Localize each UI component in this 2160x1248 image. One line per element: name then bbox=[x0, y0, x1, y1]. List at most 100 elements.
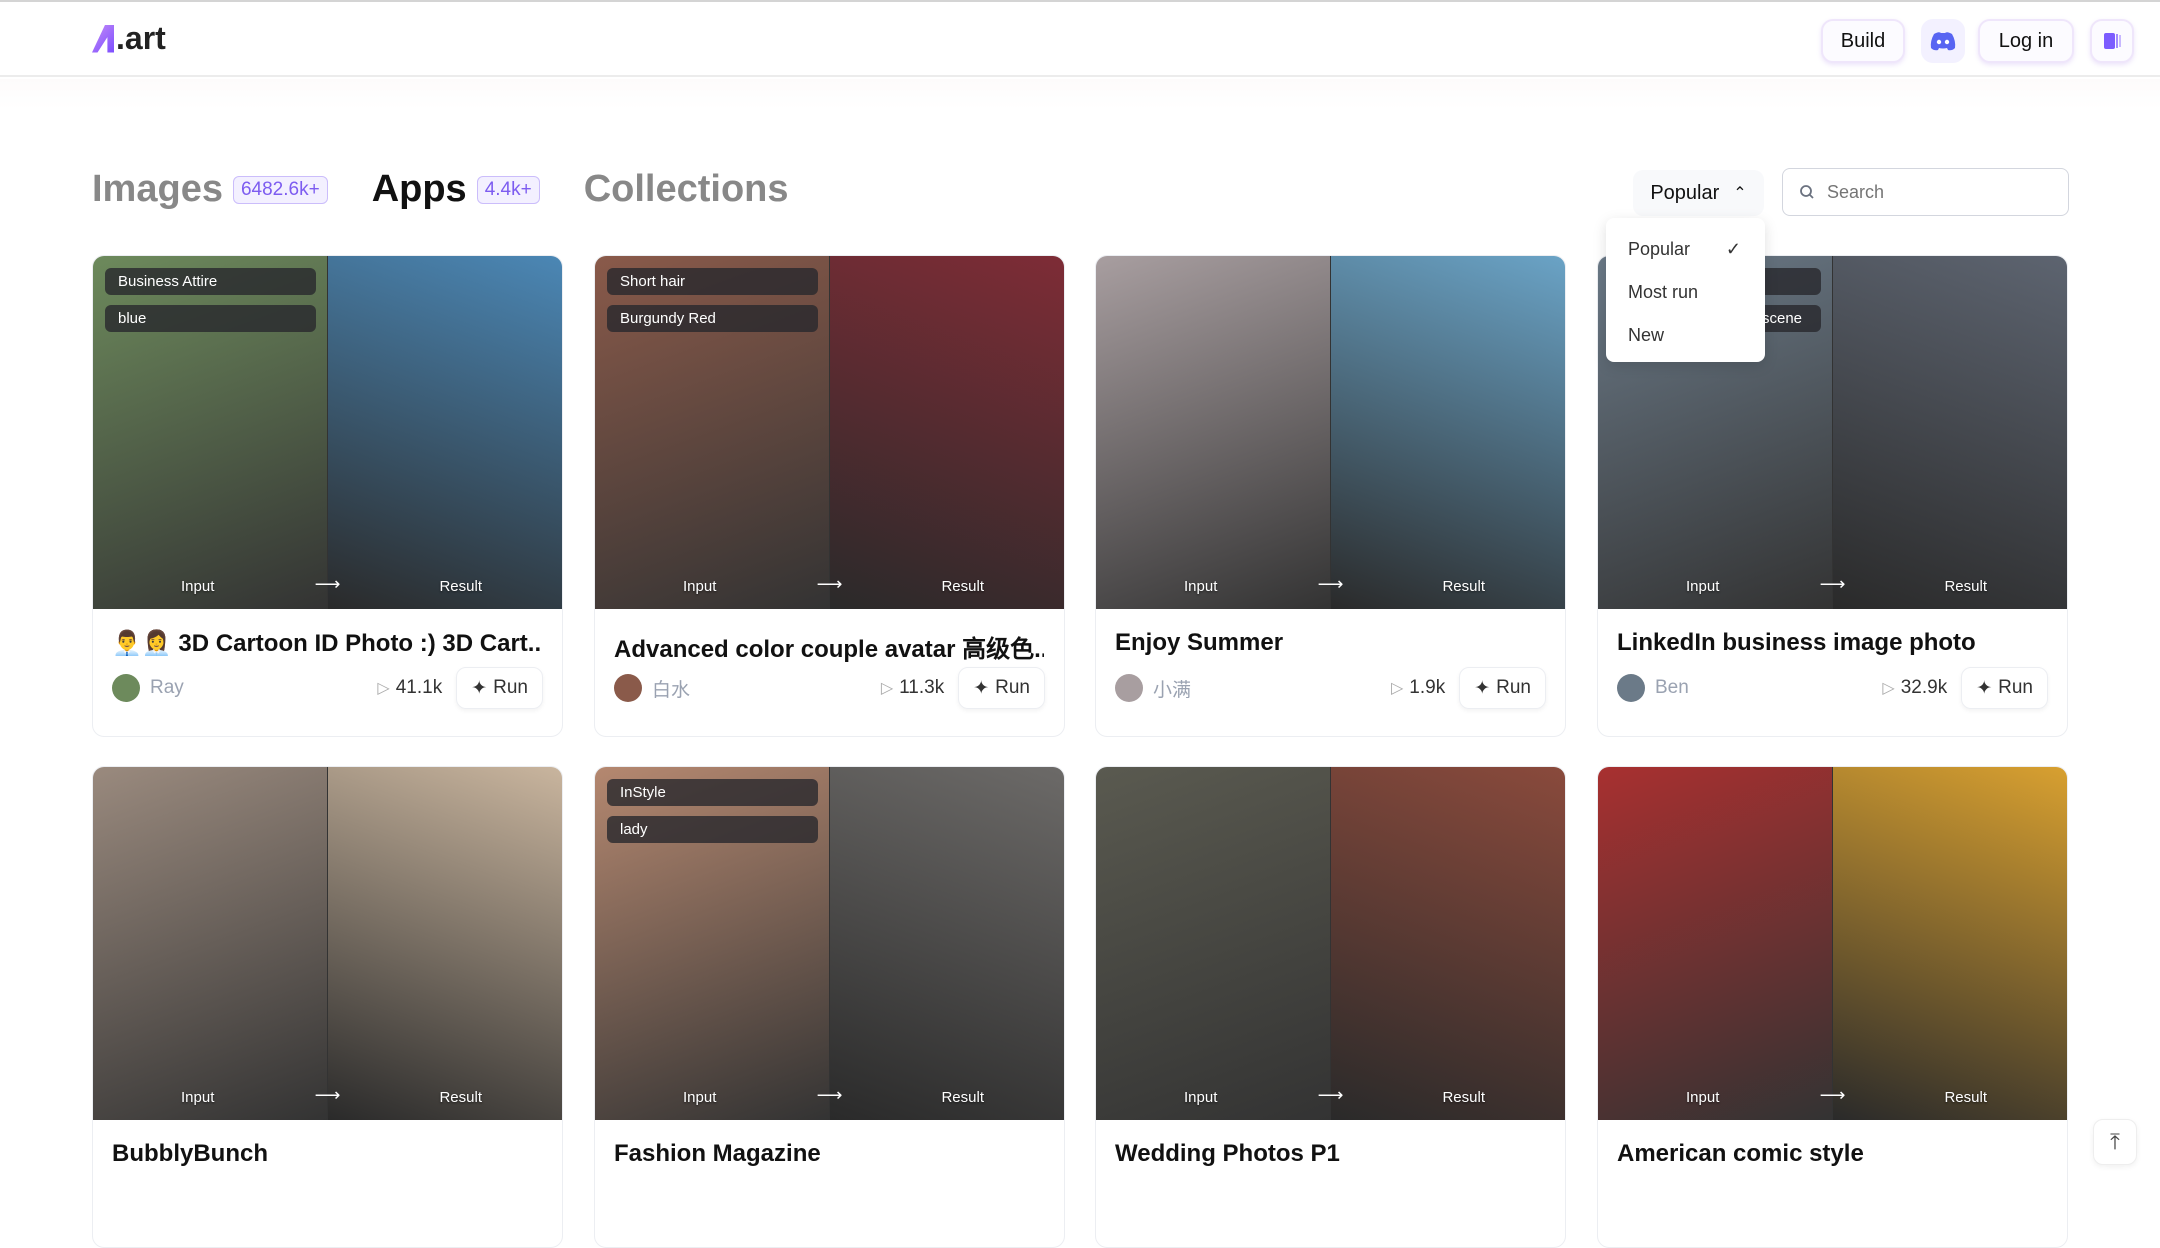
content-tabs: Images 6482.6k+ Apps 4.4k+ Collections bbox=[92, 168, 789, 211]
prompt-tag: lady bbox=[607, 816, 818, 843]
card-title[interactable]: BubblyBunch bbox=[112, 1140, 268, 1168]
author-name[interactable]: 白水 bbox=[652, 675, 881, 702]
tab-images[interactable]: Images 6482.6k+ bbox=[92, 168, 372, 211]
sort-dropdown[interactable]: Popular ⌃ bbox=[1633, 170, 1764, 216]
apps-button[interactable] bbox=[2090, 19, 2134, 63]
discord-button[interactable] bbox=[1921, 19, 1965, 63]
card-preview: Input Result ⟶ Business Attire blue bbox=[93, 256, 562, 609]
arrow-right-icon: ⟶ bbox=[816, 1085, 843, 1105]
logo-text: .art bbox=[116, 20, 166, 56]
magic-wand-icon: ✦ bbox=[471, 677, 488, 699]
run-label: Run bbox=[493, 677, 528, 698]
card-title[interactable]: American comic style bbox=[1617, 1140, 1864, 1168]
result-label: Result bbox=[1442, 578, 1485, 595]
sort-menu: Popular ✓ Most run New bbox=[1606, 218, 1765, 362]
run-button[interactable]: ✦ Run bbox=[456, 667, 543, 709]
input-label: Input bbox=[1686, 1089, 1720, 1106]
run-label: Run bbox=[995, 677, 1030, 698]
card-info: Enjoy Summer 小满 ▷ 1.9k ✦ Run bbox=[1096, 609, 1565, 736]
header-shadow bbox=[0, 79, 2160, 109]
prompt-tag: blue bbox=[105, 305, 316, 332]
app-card[interactable]: Input Result ⟶ Business Attire blue 👨‍💼👩‍… bbox=[92, 255, 563, 737]
card-title[interactable]: Wedding Photos P1 bbox=[1115, 1140, 1340, 1168]
check-icon: ✓ bbox=[1725, 239, 1741, 259]
run-button[interactable]: ✦ Run bbox=[1961, 667, 2048, 709]
magic-wand-icon: ✦ bbox=[973, 677, 990, 699]
input-label: Input bbox=[1184, 1089, 1218, 1106]
app-card[interactable]: Input Result ⟶ InStyle lady Fashion Magaz… bbox=[594, 766, 1065, 1248]
result-image: Result bbox=[1330, 256, 1565, 609]
cards-icon bbox=[2104, 33, 2121, 49]
option-label: Most run bbox=[1628, 282, 1699, 302]
result-image: Result bbox=[327, 256, 562, 609]
app-card[interactable]: Input Result ⟶ American comic style bbox=[1597, 766, 2068, 1248]
arrow-up-icon: ⤒ bbox=[2110, 1129, 2120, 1154]
search-icon bbox=[1800, 185, 1814, 199]
card-info: Wedding Photos P1 bbox=[1096, 1120, 1565, 1247]
card-meta: 白水 ▷ 11.3k ✦ Run bbox=[614, 667, 1045, 709]
sort-option-most-run[interactable]: Most run bbox=[1606, 271, 1765, 314]
author-name[interactable]: 小满 bbox=[1153, 675, 1391, 702]
card-preview: Input Result ⟶ Short hair Burgundy Red bbox=[595, 256, 1064, 609]
card-title[interactable]: Fashion Magazine bbox=[614, 1140, 821, 1168]
option-label: Popular bbox=[1628, 239, 1691, 259]
card-title[interactable]: Advanced color couple avatar 高级色... bbox=[614, 629, 1044, 664]
app-card[interactable]: Input Result ⟶ Wedding Photos P1 bbox=[1095, 766, 1566, 1248]
tag-list: Business Attire blue bbox=[105, 268, 316, 332]
card-title[interactable]: 👨‍💼👩‍💼 3D Cartoon ID Photo :) 3D Cart... bbox=[112, 629, 542, 658]
arrow-right-icon: ⟶ bbox=[1317, 574, 1344, 594]
result-label: Result bbox=[1944, 578, 1987, 595]
card-meta: 小满 ▷ 1.9k ✦ Run bbox=[1115, 667, 1546, 709]
tag-list: InStyle lady bbox=[607, 779, 818, 843]
app-card[interactable]: Input Result ⟶ Short hair Burgundy Red Ad… bbox=[594, 255, 1065, 737]
result-label: Result bbox=[439, 1089, 482, 1106]
author-name[interactable]: Ray bbox=[150, 677, 377, 699]
card-meta: Ray ▷ 41.1k ✦ Run bbox=[112, 667, 543, 709]
input-image: Input bbox=[1598, 767, 1832, 1120]
result-image: Result bbox=[1832, 767, 2067, 1120]
run-count-value: 41.1k bbox=[395, 677, 443, 698]
build-button[interactable]: Build bbox=[1821, 19, 1905, 63]
card-preview: Input Result ⟶ bbox=[93, 767, 562, 1120]
run-button[interactable]: ✦ Run bbox=[958, 667, 1045, 709]
tab-apps[interactable]: Apps 4.4k+ bbox=[372, 168, 584, 211]
arrow-right-icon: ⟶ bbox=[314, 574, 341, 594]
input-label: Input bbox=[1184, 578, 1218, 595]
input-label: Input bbox=[683, 1089, 717, 1106]
play-icon: ▷ bbox=[880, 680, 894, 697]
search-box[interactable] bbox=[1782, 168, 2069, 216]
card-info: American comic style bbox=[1598, 1120, 2067, 1247]
avatar bbox=[1617, 674, 1645, 702]
app-card[interactable]: Input Result ⟶ Enjoy Summer 小满 ▷ 1.9k ✦ Ru… bbox=[1095, 255, 1566, 737]
logo-mark-icon bbox=[92, 24, 114, 53]
tab-collections[interactable]: Collections bbox=[584, 168, 789, 211]
run-count-value: 1.9k bbox=[1409, 677, 1446, 698]
magic-wand-icon: ✦ bbox=[1976, 677, 1993, 699]
author-name[interactable]: Ben bbox=[1655, 677, 1882, 699]
result-image: Result bbox=[1330, 767, 1565, 1120]
count-badge: 6482.6k+ bbox=[232, 175, 328, 204]
arrow-right-icon: ⟶ bbox=[314, 1085, 341, 1105]
run-count: ▷ 32.9k bbox=[1882, 677, 1947, 699]
app-card[interactable]: Input Result ⟶ BubblyBunch bbox=[92, 766, 563, 1248]
result-image: Result bbox=[829, 767, 1064, 1120]
arrow-right-icon: ⟶ bbox=[1317, 1085, 1344, 1105]
search-input[interactable] bbox=[1827, 181, 2047, 203]
run-count-value: 32.9k bbox=[1900, 677, 1948, 698]
arrow-right-icon: ⟶ bbox=[1819, 1085, 1846, 1105]
card-preview: Input Result ⟶ bbox=[1598, 767, 2067, 1120]
run-label: Run bbox=[1496, 677, 1531, 698]
login-button[interactable]: Log in bbox=[1978, 19, 2074, 63]
avatar bbox=[1115, 674, 1143, 702]
sort-option-new[interactable]: New bbox=[1606, 314, 1765, 357]
input-label: Input bbox=[181, 1089, 215, 1106]
run-count: ▷ 1.9k bbox=[1391, 677, 1445, 699]
sort-option-popular[interactable]: Popular ✓ bbox=[1606, 228, 1765, 271]
card-info: Advanced color couple avatar 高级色... 白水 ▷… bbox=[595, 609, 1064, 736]
scroll-to-top-button[interactable]: ⤒ bbox=[2093, 1119, 2137, 1165]
logo[interactable]: .art bbox=[92, 20, 166, 57]
run-button[interactable]: ✦ Run bbox=[1459, 667, 1546, 709]
card-title[interactable]: Enjoy Summer bbox=[1115, 629, 1283, 657]
card-title[interactable]: LinkedIn business image photo bbox=[1617, 629, 1976, 657]
play-icon: ▷ bbox=[1390, 680, 1404, 697]
